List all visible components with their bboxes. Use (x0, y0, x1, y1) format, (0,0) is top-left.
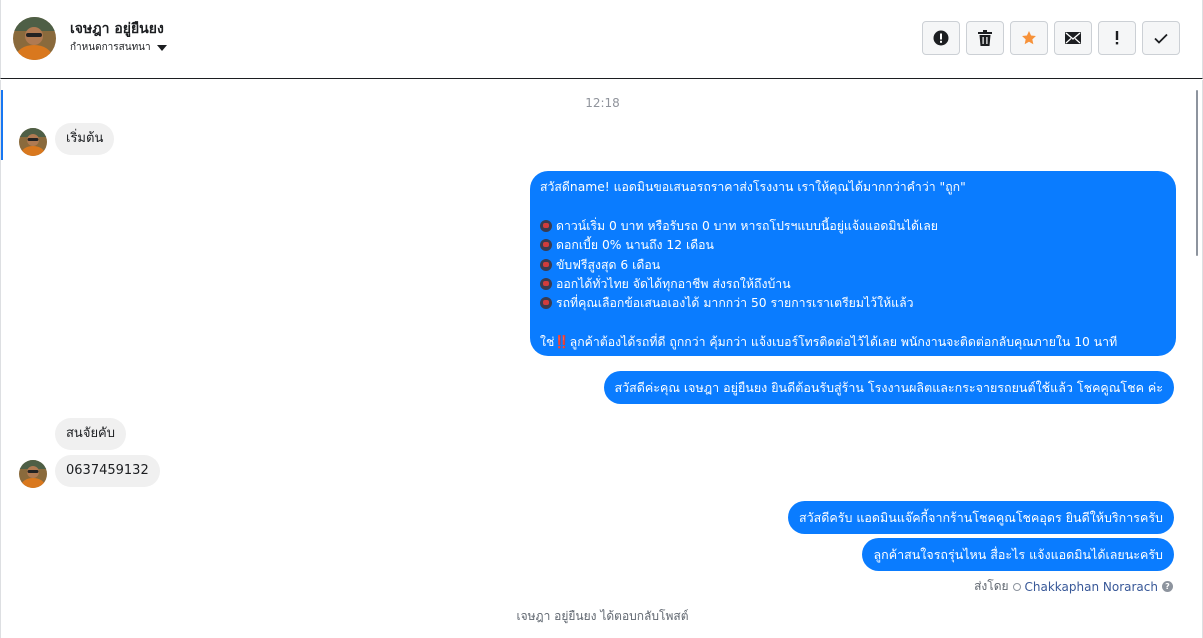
double-exclamation-icon: ‼️ (554, 335, 570, 350)
conversation-toolbar (922, 21, 1180, 55)
stage-label: กำหนดการสนทนา (70, 42, 151, 53)
alert-circle-icon (933, 30, 949, 46)
car-emoji-icon (540, 277, 552, 290)
seen-check-icon (1012, 582, 1021, 591)
message-line (540, 314, 1166, 333)
help-icon[interactable]: ? (1162, 581, 1173, 592)
bullet-text: ดาวน์เริ่ม 0 บาท หรือรับรถ 0 บาท หารถโปร… (556, 218, 938, 233)
message-bullet: ขับฟรีสูงสุด 6 เดือน (540, 256, 1166, 275)
message-line (540, 197, 1166, 216)
sent-by-label: ส่งโดย (974, 579, 1009, 593)
star-icon (1022, 31, 1036, 45)
incoming-message[interactable]: เริ่มต้น (55, 123, 115, 155)
message-bullet: ดอกเบี้ย 0% นานถึง 12 เดือน (540, 236, 1166, 255)
car-emoji-icon (540, 297, 552, 310)
car-emoji-icon (540, 239, 552, 252)
message-line: สวัสดีname! แอดมินขอเสนอรถราคาส่งโรงงาน … (540, 180, 966, 194)
caret-down-icon (156, 44, 167, 51)
car-emoji-icon (540, 219, 552, 232)
contact-avatar[interactable] (13, 17, 56, 60)
bullet-text: ขับฟรีสูงสุด 6 เดือน (556, 257, 661, 272)
message-bullet: รถที่คุณเลือกข้อเสนอเองได้ มากกว่า 50 รา… (540, 294, 1166, 313)
contact-avatar-small (19, 460, 47, 488)
follow-up-button[interactable] (1098, 21, 1136, 55)
message-bullet: ดาวน์เริ่ม 0 บาท หรือรับรถ 0 บาท หารถโปร… (540, 217, 1166, 236)
outgoing-message[interactable]: สวัสดีค่ะคุณ เจษฎา อยู่ยืนยง ยินดีต้อนรั… (603, 371, 1174, 404)
closing-text: ลูกค้าต้องได้รถที่ดี ถูกกว่า คุ้มกว่า แจ… (569, 335, 1118, 350)
mark-unread-button[interactable] (1054, 21, 1092, 55)
message-timestamp: 12:18 (585, 96, 620, 110)
check-icon (1154, 33, 1168, 44)
thread-scrollbar[interactable] (1196, 90, 1198, 256)
contact-name[interactable]: เจษฎา อยู่ยืนยง (70, 18, 164, 40)
message-line: ใช่‼️ลูกค้าต้องได้รถที่ดี ถูกกว่า คุ้มกว… (540, 333, 1166, 352)
outgoing-message[interactable]: สวัสดีname! แอดมินขอเสนอรถราคาส่งโรงงาน … (530, 171, 1176, 356)
message-bullet: ออกได้ทั่วไทย จัดได้ทุกอาชีพ ส่งรถให้ถึง… (540, 275, 1166, 294)
outgoing-message[interactable]: ลูกค้าสนใจรถรุ่นไหน สื่อะไร แจ้งแอดมินได… (862, 538, 1174, 571)
message-thread[interactable]: 12:18 เริ่มต้น สวัสดีname! แอดมินขอเสนอร… (0, 80, 1203, 638)
car-emoji-icon (540, 258, 552, 271)
bullet-text: รถที่คุณเลือกข้อเสนอเองได้ มากกว่า 50 รา… (556, 296, 914, 311)
incoming-message[interactable]: สนจัยคับ (55, 418, 127, 450)
star-button[interactable] (1010, 21, 1048, 55)
mark-done-button[interactable] (1142, 21, 1180, 55)
closing-prefix: ใช่ (540, 335, 555, 350)
system-note: เจษฎา อยู่ยืนยง ได้ตอบกลับโพสต์ (516, 609, 689, 623)
delete-button[interactable] (966, 21, 1004, 55)
trash-icon (978, 30, 992, 46)
outgoing-message[interactable]: สวัสดีครับ แอดมินแจ๊คกี้จากร้านโชคคูณโชค… (787, 501, 1174, 534)
bullet-text: ออกได้ทั่วไทย จัดได้ทุกอาชีพ ส่งรถให้ถึง… (556, 276, 791, 291)
conversation-stage-dropdown[interactable]: กำหนดการสนทนา (70, 40, 167, 55)
agent-name-link[interactable]: Chakkaphan Norarach (1025, 580, 1158, 594)
envelope-icon (1065, 32, 1081, 44)
incoming-message[interactable]: 0637459132 (55, 455, 160, 487)
exclamation-icon (1115, 31, 1119, 45)
contact-avatar-small (19, 128, 47, 156)
conversation-header: เจษฎา อยู่ยืนยง กำหนดการสนทนา (0, 0, 1203, 79)
spam-button[interactable] (922, 21, 960, 55)
sent-by-info: ส่งโดย Chakkaphan Norarach ? (974, 577, 1173, 596)
bullet-text: ดอกเบี้ย 0% นานถึง 12 เดือน (556, 238, 714, 253)
